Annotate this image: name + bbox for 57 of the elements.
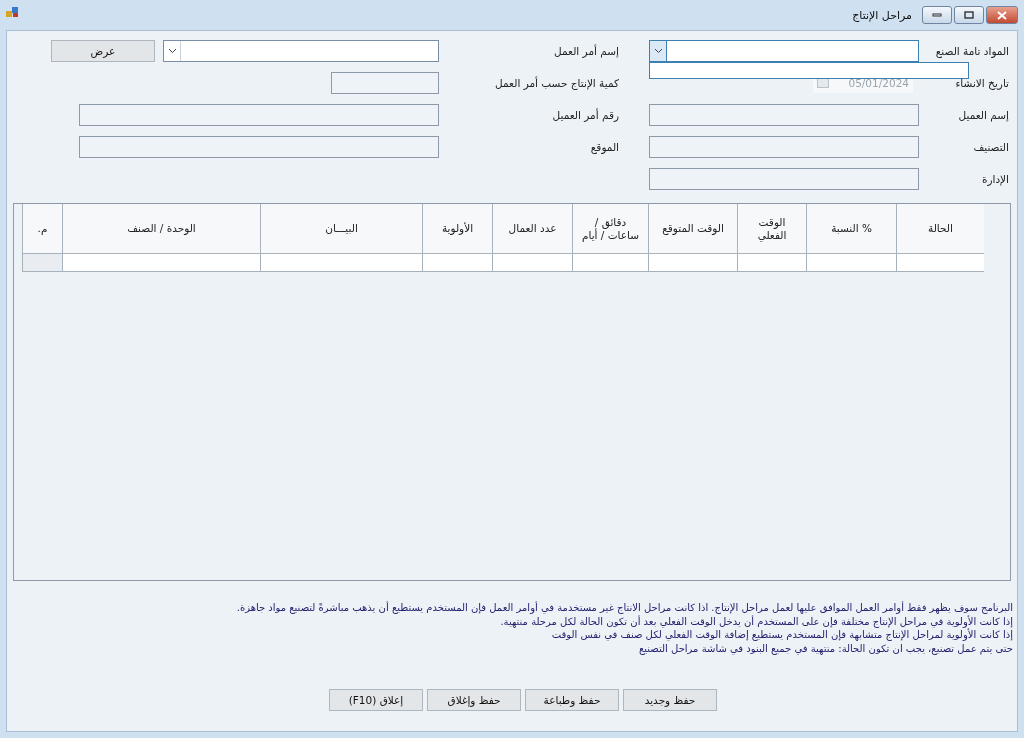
column-header[interactable]: البيـــان bbox=[260, 204, 422, 254]
grid-cell[interactable] bbox=[896, 254, 984, 272]
info-note: إذا كانت الأولوية في مراحل الإنتاج مختلفة فإن على المستخدم أن يدخل الوقت الفعلي بعد أن تكون الحالة لكل مرحلة منتهية. bbox=[499, 614, 1013, 628]
column-header[interactable]: الوقت المتوقع bbox=[648, 204, 737, 254]
text-field[interactable] bbox=[649, 136, 919, 158]
action-button[interactable]: حفظ وجديد bbox=[623, 689, 717, 711]
action-button[interactable]: حفظ وطباعة bbox=[525, 689, 619, 711]
field-label: التصنيف bbox=[972, 141, 1009, 153]
field-label: الإدارة bbox=[980, 173, 1009, 185]
action-button[interactable]: حفظ وإغلاق bbox=[427, 689, 521, 711]
text-field[interactable] bbox=[79, 104, 439, 126]
field-label: المواد تامة الصنع bbox=[934, 45, 1009, 57]
grid-cell[interactable] bbox=[62, 254, 260, 272]
column-header[interactable]: % النسبة bbox=[806, 204, 896, 254]
grid-cell[interactable] bbox=[572, 254, 648, 272]
field-label: الموقع bbox=[589, 141, 620, 153]
text-field[interactable] bbox=[79, 136, 439, 158]
minimize-icon bbox=[932, 13, 942, 17]
show-button[interactable]: عرض bbox=[51, 40, 155, 62]
text-field[interactable] bbox=[649, 168, 919, 190]
action-button[interactable]: إعلاق (F10) bbox=[329, 689, 423, 711]
close-button[interactable] bbox=[986, 6, 1018, 24]
window-title: مراحل الإنتاج bbox=[852, 8, 912, 22]
field-label: رقم أمر العميل bbox=[551, 109, 620, 121]
grid-cell[interactable] bbox=[806, 254, 896, 272]
restore-icon bbox=[964, 11, 974, 19]
column-header[interactable]: الوحدة / الصنف bbox=[62, 204, 260, 254]
column-header[interactable]: الأولوية bbox=[422, 204, 492, 254]
column-header[interactable]: م. bbox=[22, 204, 62, 254]
info-note: إذا كانت الأولوية لمراحل الإنتاج متشابهة فإن المستخدم يستطيع إضافة الوقت الفعلي لكل صنف في نفس الوقت bbox=[550, 628, 1013, 642]
dropdown-list[interactable] bbox=[649, 62, 969, 79]
info-note: البرنامج سوف يظهر فقط أوامر العمل الموافق عليها لعمل مراحل الإنتاج. اذا كانت مراحل الانتاج غير مستخدمة في أوامر العمل فإن المستخدم يستطيع أن يذهب مباشرةً لتصنيع مواد جاهزة. bbox=[235, 601, 1013, 615]
dropdown-field[interactable] bbox=[163, 40, 439, 62]
text-field[interactable] bbox=[331, 72, 439, 94]
grid-cell[interactable] bbox=[260, 254, 422, 272]
field-label: تاريخ الانشاء bbox=[954, 77, 1009, 89]
maximize-button[interactable] bbox=[954, 6, 984, 24]
column-header[interactable]: الحالة bbox=[896, 204, 984, 254]
chevron-down-icon bbox=[167, 48, 177, 54]
field-label: إسم العميل bbox=[957, 109, 1009, 121]
column-header[interactable]: دقائق / ساعات / أيام bbox=[572, 204, 648, 254]
app-icon bbox=[6, 6, 20, 18]
column-header[interactable]: الوقت الفعلي bbox=[737, 204, 806, 254]
grid-cell[interactable] bbox=[737, 254, 806, 272]
text-field[interactable] bbox=[649, 104, 919, 126]
grid-cell[interactable] bbox=[648, 254, 737, 272]
close-icon bbox=[997, 10, 1007, 20]
field-label: كمية الإنتاج حسب أمر العمل bbox=[494, 77, 620, 89]
field-label: إسم أمر العمل bbox=[553, 45, 620, 57]
dropdown-field[interactable] bbox=[649, 40, 919, 62]
column-header[interactable]: عدد العمال bbox=[492, 204, 572, 254]
grid-cell[interactable] bbox=[422, 254, 492, 272]
grid-cell[interactable] bbox=[22, 254, 62, 272]
grid-cell[interactable] bbox=[492, 254, 572, 272]
minimize-button[interactable] bbox=[922, 6, 952, 24]
info-note: حتى يتم عمل تصنيع، يجب ان تكون الحالة: منتهية في جميع البنود في شاشة مراحل التصنيع bbox=[638, 641, 1013, 655]
chevron-down-icon bbox=[653, 48, 663, 54]
